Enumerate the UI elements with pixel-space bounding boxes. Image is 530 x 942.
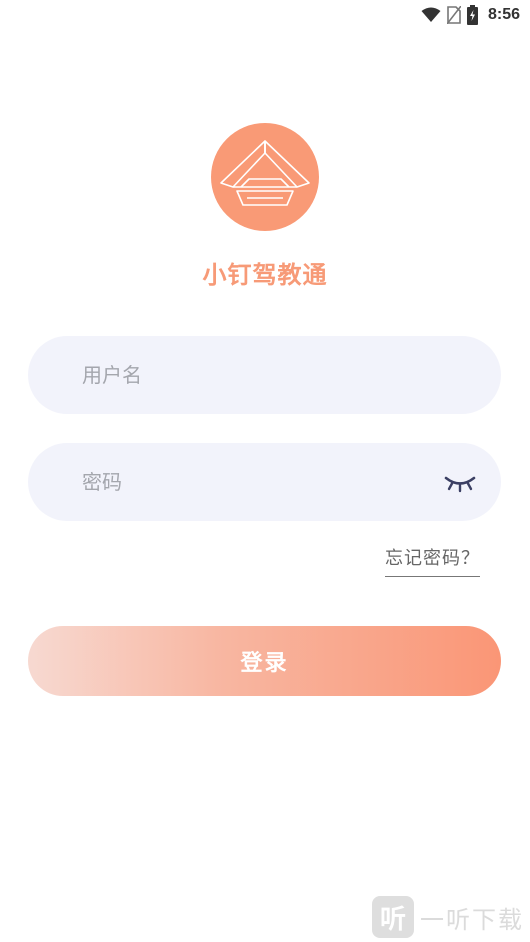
- watermark-logo-icon: 听: [372, 896, 414, 938]
- username-field[interactable]: [28, 336, 501, 414]
- app-logo: [211, 123, 319, 231]
- status-icons: 8:56: [421, 4, 520, 26]
- watermark: 听 一听下载: [372, 896, 524, 938]
- watermark-text: 一听下载: [420, 905, 524, 934]
- eye-closed-icon[interactable]: [443, 469, 477, 495]
- forgot-password-link[interactable]: 忘记密码？: [385, 544, 480, 577]
- battery-charging-icon: [466, 5, 478, 25]
- app-name: 小钉驾教通: [202, 261, 328, 289]
- status-time: 8:56: [487, 6, 520, 23]
- username-input[interactable]: [82, 336, 432, 414]
- password-input[interactable]: [82, 443, 432, 521]
- wifi-icon: [421, 7, 441, 22]
- no-sim-icon: [446, 6, 461, 24]
- password-field[interactable]: [28, 443, 501, 521]
- login-button[interactable]: 登录: [28, 626, 501, 696]
- pyramid-logo-icon: [220, 140, 310, 206]
- status-bar: 8:56: [0, 0, 530, 30]
